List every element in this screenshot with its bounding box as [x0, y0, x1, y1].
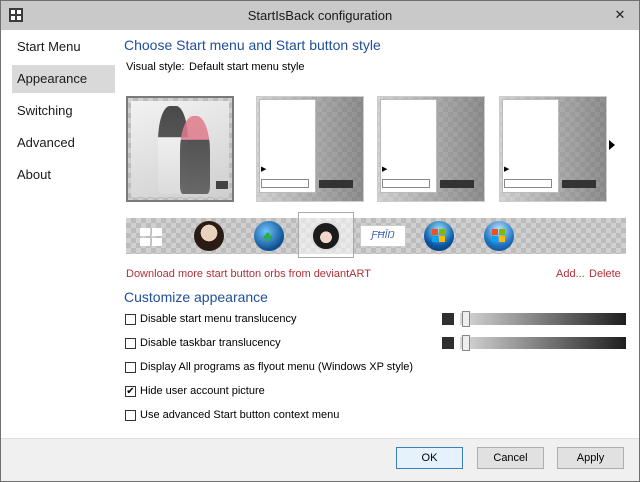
add-orb-link[interactable]: Add... — [556, 268, 585, 280]
dialog-footer: OK Cancel Apply — [1, 438, 639, 481]
visual-style-label: Visual style: — [126, 61, 185, 73]
slider-thumb[interactable] — [462, 335, 470, 351]
visual-style-value: Default start menu style — [189, 61, 305, 73]
slider-track[interactable] — [460, 337, 626, 349]
slider-thumb[interactable] — [462, 311, 470, 327]
delete-orb-link[interactable]: Delete — [589, 268, 621, 280]
option-label: Use advanced Start button context menu — [140, 409, 340, 421]
thumbnail-arrow-icon: ▶ — [382, 166, 388, 173]
clover-orb-icon[interactable]: ♣ — [254, 221, 284, 251]
title-bar[interactable]: StartIsBack configuration ✕ — [1, 1, 639, 30]
window-title: StartIsBack configuration — [247, 8, 393, 23]
thumbnail-search-box — [382, 179, 430, 188]
slider-track[interactable] — [460, 313, 626, 325]
close-icon[interactable]: ✕ — [609, 5, 631, 25]
menu-translucency-slider[interactable] — [442, 311, 626, 327]
option-label: Hide user account picture — [140, 385, 265, 397]
style-thumbnail-3[interactable]: ▶ — [377, 96, 485, 202]
ok-button[interactable]: OK — [396, 447, 463, 469]
color-swatch[interactable] — [442, 337, 454, 349]
customize-section-title: Customize appearance — [124, 289, 268, 305]
style-thumbnail-anime[interactable] — [126, 96, 234, 202]
option-label: Display All programs as flyout menu (Win… — [140, 361, 414, 373]
sidebar-item-appearance[interactable]: Appearance — [12, 65, 115, 93]
windows-flag-icon — [492, 229, 505, 242]
option-label: Disable taskbar translucency — [140, 337, 281, 349]
appearance-panel: Choose Start menu and Start button style… — [119, 30, 639, 438]
windows-flag-icon — [432, 229, 445, 242]
taskbar-translucency-slider[interactable] — [442, 335, 626, 351]
windows8-logo-icon[interactable] — [140, 228, 162, 246]
start-orb-strip: ♣ ƑĦĪŊ — [126, 212, 626, 258]
sidebar-item-start-menu[interactable]: Start Menu — [12, 33, 115, 61]
cancel-button[interactable]: Cancel — [477, 447, 544, 469]
thumbnail-shutdown-button — [440, 180, 474, 188]
config-window: StartIsBack configuration ✕ Start Menu A… — [0, 0, 640, 482]
style-thumbnail-2[interactable]: ▶ — [256, 96, 364, 202]
sidebar-item-about[interactable]: About — [12, 161, 115, 189]
download-orbs-link[interactable]: Download more start button orbs from dev… — [126, 268, 371, 280]
thumbnail-arrow-icon: ▶ — [504, 166, 510, 173]
anime-portrait-orb-icon[interactable] — [194, 221, 224, 251]
option-label: Disable start menu translucency — [140, 313, 297, 325]
sidebar: Start Menu Appearance Switching Advanced… — [1, 30, 119, 438]
anime-boy-orb-icon[interactable] — [311, 221, 341, 251]
checkbox-checked[interactable]: ✔ — [125, 386, 136, 397]
thumbnail-arrow-icon: ▶ — [261, 166, 267, 173]
windows7-orb-icon[interactable] — [424, 221, 454, 251]
style-thumbnail-4[interactable]: ▶ — [499, 96, 607, 202]
character-figure-2 — [180, 116, 210, 194]
thumbnail-search-box — [504, 179, 552, 188]
checkbox[interactable] — [125, 314, 136, 325]
thumbnail-shutdown-button — [562, 180, 596, 188]
color-swatch[interactable] — [442, 313, 454, 325]
next-styles-arrow-icon[interactable] — [609, 140, 615, 150]
thumbnail-power-icon — [216, 181, 228, 189]
checkbox[interactable] — [125, 362, 136, 373]
checkbox[interactable] — [125, 410, 136, 421]
sidebar-item-switching[interactable]: Switching — [12, 97, 115, 125]
windows7-orb-blue-icon[interactable] — [484, 221, 514, 251]
checkbox[interactable] — [125, 338, 136, 349]
sidebar-item-advanced[interactable]: Advanced — [12, 129, 115, 157]
apply-button[interactable]: Apply — [557, 447, 624, 469]
thumbnail-search-box — [261, 179, 309, 188]
logo-banner-orb-icon[interactable]: ƑĦĪŊ — [360, 225, 406, 247]
style-section-title: Choose Start menu and Start button style — [124, 37, 381, 53]
thumbnail-shutdown-button — [319, 180, 353, 188]
